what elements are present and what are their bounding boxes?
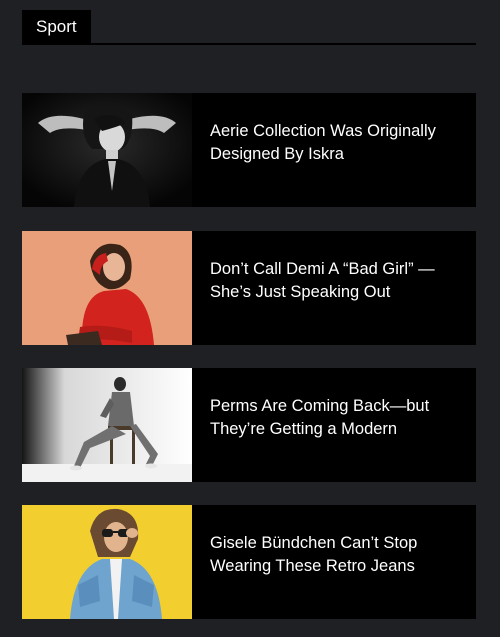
article-thumbnail[interactable] (22, 505, 192, 619)
article-title[interactable]: Perms Are Coming Back—but They’re Gettin… (210, 395, 460, 441)
article-thumbnail[interactable] (22, 368, 192, 482)
article-thumbnail[interactable] (22, 231, 192, 345)
section-title[interactable]: Sport (22, 10, 91, 44)
article-card[interactable]: Gisele Bündchen Can’t Stop Wearing These… (22, 505, 476, 619)
article-thumbnail[interactable] (22, 93, 192, 207)
article-title[interactable]: Don’t Call Demi A “Bad Girl” — She’s Jus… (210, 258, 460, 304)
article-card[interactable]: Perms Are Coming Back—but They’re Gettin… (22, 368, 476, 482)
sport-news-widget: Sport Aerie Collection Was Originally De… (0, 0, 500, 637)
article-title[interactable]: Aerie Collection Was Originally Designed… (210, 120, 460, 166)
article-card[interactable]: Aerie Collection Was Originally Designed… (22, 93, 476, 207)
article-title[interactable]: Gisele Bündchen Can’t Stop Wearing These… (210, 532, 460, 578)
section-header: Sport (22, 10, 476, 45)
article-card[interactable]: Don’t Call Demi A “Bad Girl” — She’s Jus… (22, 231, 476, 345)
